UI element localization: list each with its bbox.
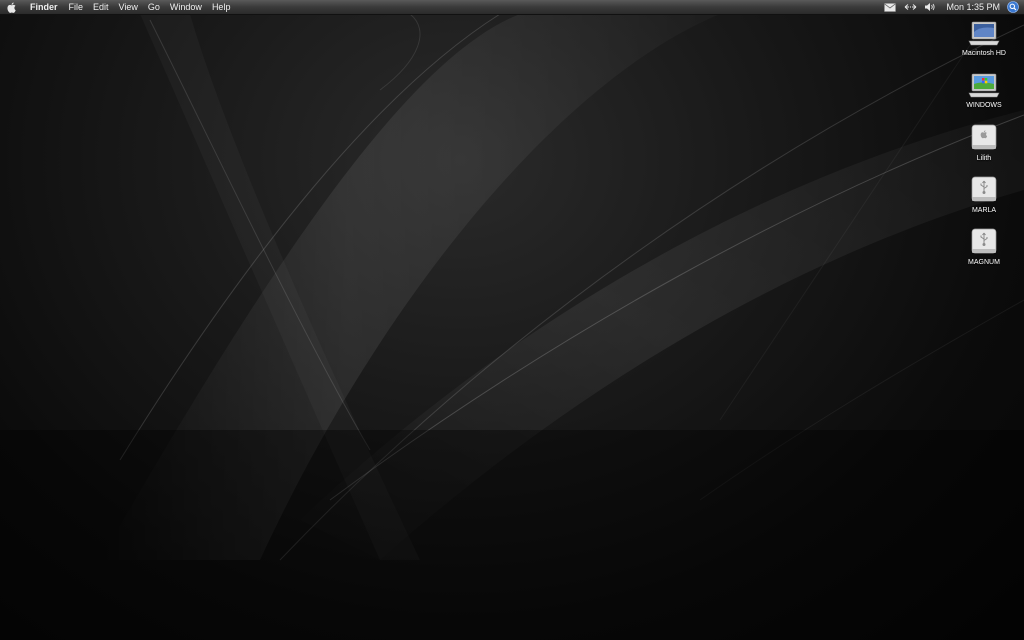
wallpaper-aurora-waves (0, 13, 1024, 640)
desktop-icon-label: WINDOWS (966, 102, 1002, 109)
spotlight-search-icon[interactable] (1006, 0, 1020, 14)
desktop-icon-label: MAGNUM (968, 259, 1000, 266)
menu-window[interactable]: Window (165, 0, 207, 14)
menu-bar: Finder File Edit View Go Window Help Mon… (0, 0, 1024, 15)
desktop-icon-label: Macintosh HD (962, 50, 1006, 57)
usb-drive-icon (968, 175, 1000, 205)
menu-view[interactable]: View (114, 0, 143, 14)
volume-icon[interactable] (922, 0, 938, 14)
desktop-icon-label: Lilith (976, 155, 992, 162)
desktop-icon-magnum[interactable]: MAGNUM (944, 227, 1024, 266)
external-drive-apple-icon (968, 123, 1000, 153)
desktop-icon-macintosh-hd[interactable]: Macintosh HD (944, 18, 1024, 57)
menu-help[interactable]: Help (207, 0, 236, 14)
menu-finder[interactable]: Finder (24, 0, 64, 14)
desktop-icon-lilith[interactable]: Lilith (944, 123, 1024, 162)
laptop-drive-icon (968, 18, 1000, 48)
mail-icon[interactable] (882, 0, 898, 14)
laptop-windows-drive-icon (968, 70, 1000, 100)
apple-logo-icon[interactable] (0, 0, 24, 14)
desktop-icon-marla[interactable]: MARLA (944, 175, 1024, 214)
menu-clock[interactable]: Mon 1:35 PM (940, 0, 1006, 14)
usb-drive-icon (968, 227, 1000, 257)
menu-edit[interactable]: Edit (88, 0, 114, 14)
menu-file[interactable]: File (64, 0, 89, 14)
desktop-icon-label: MARLA (971, 207, 997, 214)
menu-go[interactable]: Go (143, 0, 165, 14)
desktop[interactable]: Finder File Edit View Go Window Help Mon… (0, 0, 1024, 640)
desktop-icon-windows[interactable]: WINDOWS (944, 70, 1024, 109)
network-arrows-icon[interactable] (902, 0, 918, 14)
